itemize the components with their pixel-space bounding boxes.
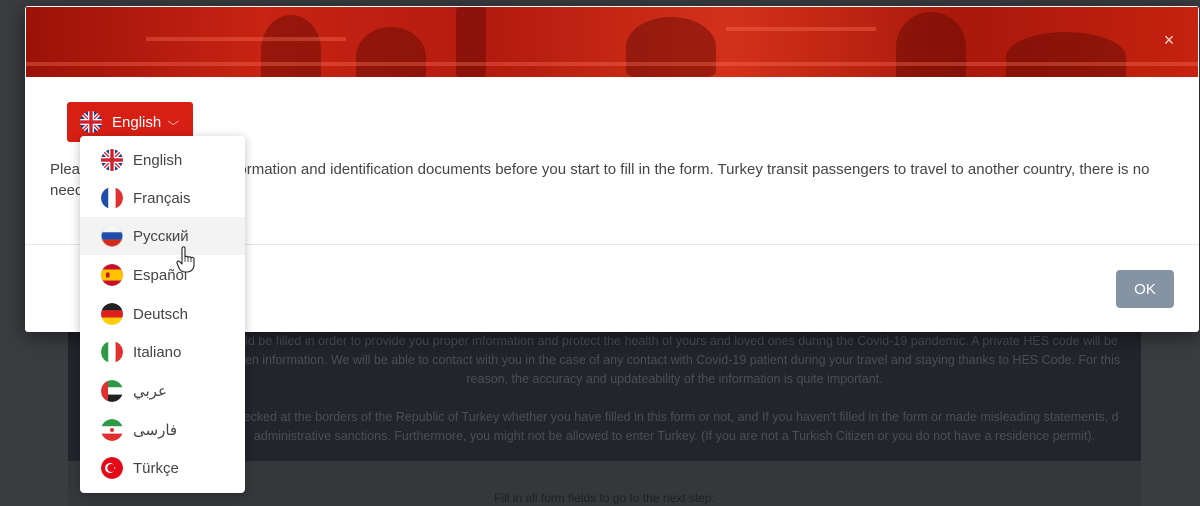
turkey-flag-icon: [101, 457, 123, 479]
france-flag-icon: [101, 187, 123, 209]
language-option-arabic[interactable]: عربي: [80, 372, 245, 410]
language-option-label: Deutsch: [133, 305, 189, 323]
modal-banner-image: [26, 7, 1198, 77]
background-footer-text: Fill in all form fields to go to the nex…: [494, 491, 715, 505]
chevron-down-icon: ⌵: [167, 115, 180, 128]
ok-button[interactable]: OK: [1116, 270, 1174, 308]
uk-flag-icon: [101, 149, 123, 171]
iran-flag-icon: [101, 419, 123, 441]
italy-flag-icon: [101, 341, 123, 363]
close-icon[interactable]: ×: [1161, 31, 1177, 49]
language-option-label: عربي: [133, 383, 167, 400]
russia-flag-icon: [101, 225, 123, 247]
language-option-label: Русский: [133, 227, 189, 245]
language-option-english[interactable]: English: [80, 141, 245, 179]
language-option-spanish[interactable]: Español: [80, 256, 245, 294]
language-option-label: Français: [133, 189, 191, 207]
language-option-label: Türkçe: [133, 459, 179, 477]
hand-cursor-icon: [176, 246, 195, 273]
language-option-label: Italiano: [133, 343, 182, 361]
uae-flag-icon: [101, 380, 123, 402]
language-option-label: فارسی: [133, 422, 178, 439]
germany-flag-icon: [101, 303, 123, 325]
language-option-label: English: [133, 151, 183, 169]
language-option-german[interactable]: Deutsch: [80, 295, 245, 333]
language-option-turkish[interactable]: Türkçe: [80, 449, 245, 487]
language-option-french[interactable]: Français: [80, 179, 245, 217]
language-select-label: English: [112, 113, 162, 131]
spain-flag-icon: [101, 264, 123, 286]
language-dropdown: English Français Русский Español Deutsch…: [80, 136, 245, 493]
language-option-persian[interactable]: فارسی: [80, 411, 245, 449]
language-option-italian[interactable]: Italiano: [80, 333, 245, 371]
uk-flag-icon: [80, 111, 102, 133]
language-option-russian[interactable]: Русский: [80, 217, 245, 255]
